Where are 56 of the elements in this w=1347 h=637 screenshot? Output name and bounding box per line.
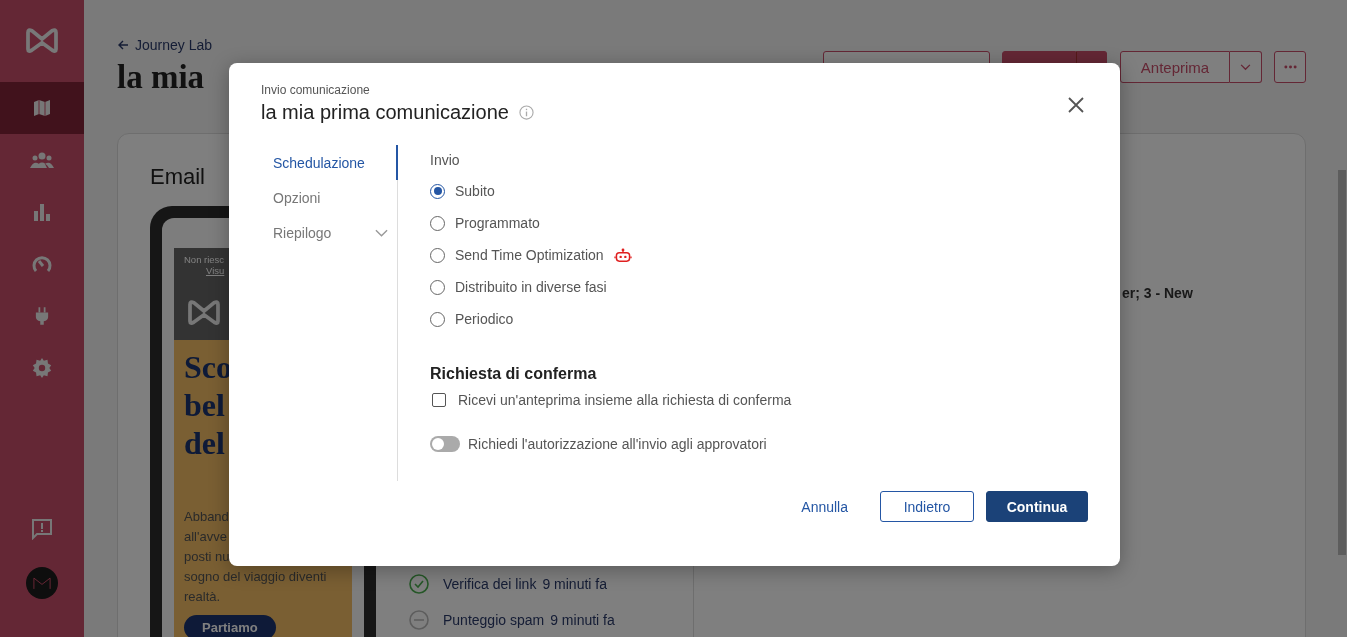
cancel-button[interactable]: Annulla	[781, 491, 868, 522]
email-body-text: Abband	[184, 508, 230, 526]
close-icon[interactable]	[1068, 97, 1084, 113]
sidebar-item[interactable]	[0, 82, 84, 134]
toggle-switch[interactable]	[430, 436, 460, 452]
modal-title: la mia prima comunicazione	[261, 101, 509, 124]
section-label: Invio	[430, 152, 461, 168]
email-headline: bel	[184, 386, 226, 424]
email-body-text: all'avve	[184, 528, 228, 546]
radio-label[interactable]: Subito	[455, 183, 495, 199]
robot-icon	[613, 247, 632, 263]
info-icon[interactable]	[518, 105, 534, 120]
back-button[interactable]: Indietro	[880, 491, 974, 522]
avatar[interactable]	[26, 567, 58, 599]
cta-button[interactable]: Partiamo	[184, 615, 276, 637]
radio-label[interactable]: Distribuito in diverse fasi	[455, 279, 607, 295]
check-label: Verifica dei link	[443, 576, 537, 592]
bar-chart-icon	[32, 202, 52, 222]
scrollbar[interactable]	[1338, 170, 1346, 555]
settings-icon	[31, 357, 53, 379]
card-title: Email	[150, 164, 205, 190]
email-headline: Sco	[184, 348, 233, 386]
chevron-down-icon	[1240, 63, 1251, 71]
section-title: Richiesta di conferma	[430, 365, 598, 383]
detail-text: er; 3 - New	[1122, 285, 1193, 301]
arrow-left-icon	[117, 39, 129, 51]
check-time: 9 minuti fa	[542, 576, 607, 592]
feedback-icon[interactable]	[31, 518, 53, 540]
logo-icon	[23, 26, 61, 54]
checkbox[interactable]	[432, 393, 446, 407]
more-icon	[1283, 65, 1297, 69]
page-title: la mia	[117, 59, 206, 96]
radio-label[interactable]: Programmato	[455, 215, 540, 231]
map-icon	[32, 98, 52, 118]
email-body-text: posti nu	[184, 548, 231, 566]
dropdown-button[interactable]	[1230, 51, 1262, 83]
plug-icon	[35, 306, 49, 326]
step-tab[interactable]: Opzioni	[261, 180, 398, 215]
step-tab[interactable]: Schedulazione	[261, 145, 398, 180]
check-time: 9 minuti fa	[550, 612, 615, 628]
modal-eyebrow: Invio comunicazione	[261, 83, 371, 97]
continue-button[interactable]: Continua	[986, 491, 1088, 522]
radio-label[interactable]: Send Time Optimization	[455, 247, 604, 263]
email-body-text: sogno del viaggio diventi	[184, 568, 328, 586]
preheader-text: Non riesc	[184, 254, 225, 265]
toggle-label[interactable]: Richiedi l'autorizzazione all'invio agli approvatori	[468, 436, 767, 452]
email-headline: del	[184, 424, 226, 462]
email-body-text: realtà.	[184, 588, 222, 606]
chevron-down-icon	[375, 228, 388, 237]
people-icon	[30, 151, 54, 169]
radio-label[interactable]: Periodico	[455, 311, 514, 327]
more-button[interactable]	[1274, 51, 1306, 83]
check-label: Punteggio spam	[443, 612, 545, 628]
checkbox-label[interactable]: Ricevi un'anteprima insieme alla richiesta di conferma	[458, 392, 792, 408]
step-tab[interactable]: Riepilogo	[261, 215, 398, 250]
back-link[interactable]: Journey Lab	[117, 37, 213, 53]
